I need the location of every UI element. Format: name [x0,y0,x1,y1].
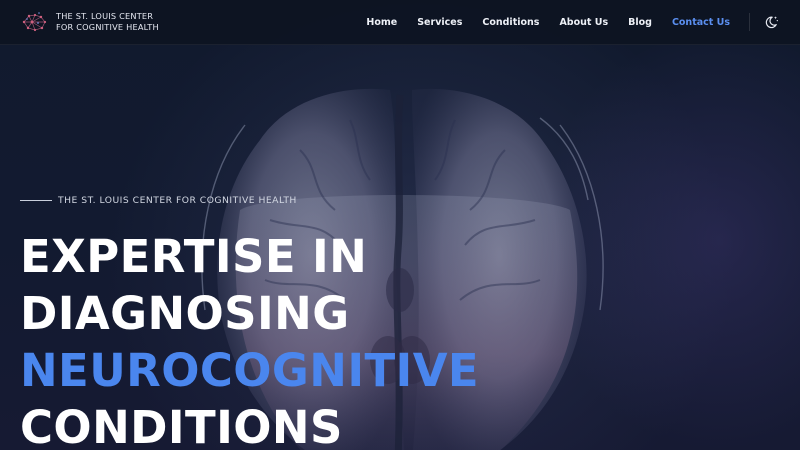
hero-eyebrow: THE ST. LOUIS CENTER FOR COGNITIVE HEALT… [20,195,297,206]
hero-headline: EXPERTISE IN DIAGNOSING NEUROCOGNITIVE C… [20,228,479,450]
headline-line-3-accent: NEUROCOGNITIVE [20,344,480,397]
headline-line-2: DIAGNOSING [20,287,350,340]
nav-conditions[interactable]: Conditions [482,17,539,28]
moon-stars-icon[interactable] [763,14,779,30]
page: THE ST. LOUIS CENTER FOR COGNITIVE HEALT… [0,0,800,450]
brain-network-icon [22,12,47,32]
nav-services[interactable]: Services [417,17,462,28]
nav-home[interactable]: Home [366,17,397,28]
main-nav: Home Services Conditions About Us Blog C… [346,0,730,44]
brand-logo-link[interactable]: THE ST. LOUIS CENTER FOR COGNITIVE HEALT… [20,7,159,37]
eyebrow-text: THE ST. LOUIS CENTER FOR COGNITIVE HEALT… [58,195,297,206]
nav-blog[interactable]: Blog [628,17,652,28]
brand-name: THE ST. LOUIS CENTER FOR COGNITIVE HEALT… [56,11,159,33]
brand-line-1: THE ST. LOUIS CENTER [56,11,154,21]
brand-line-2: FOR COGNITIVE HEALTH [56,22,159,32]
site-header: THE ST. LOUIS CENTER FOR COGNITIVE HEALT… [0,0,800,45]
nav-divider [749,13,750,31]
eyebrow-divider-line [20,200,52,201]
nav-about-us[interactable]: About Us [559,17,608,28]
headline-line-1: EXPERTISE IN [20,230,368,283]
nav-contact-us[interactable]: Contact Us [672,17,730,28]
headline-line-4: CONDITIONS [20,401,343,450]
